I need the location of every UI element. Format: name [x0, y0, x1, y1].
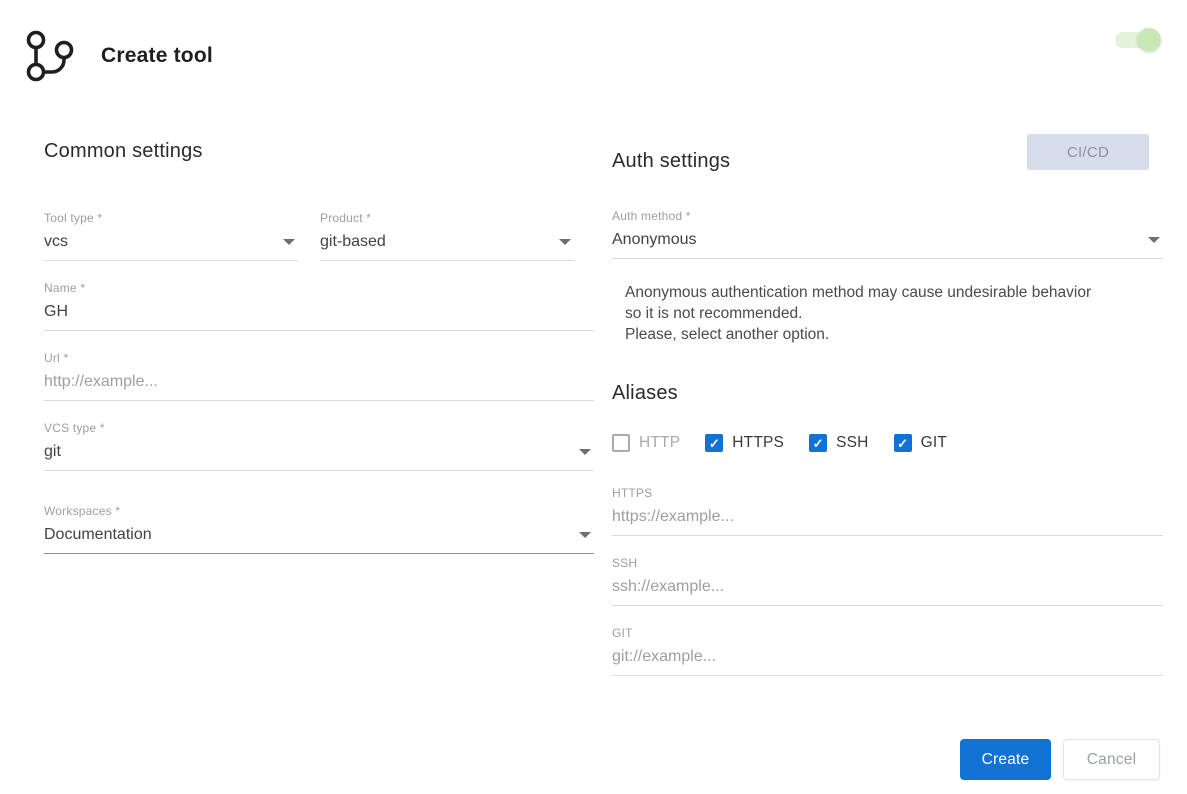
- workspaces-label: Workspaces *: [44, 504, 121, 518]
- alias-checkbox-ssh[interactable]: ✓ SSH: [809, 434, 868, 452]
- toggle-knob-icon: [1137, 28, 1161, 52]
- alias-checkbox-git[interactable]: ✓ GIT: [893, 434, 948, 452]
- alias-checkbox-http[interactable]: HTTP: [612, 434, 680, 452]
- git-label: GIT: [612, 626, 633, 640]
- checkbox-unchecked-icon: [612, 434, 630, 452]
- name-field: Name *: [44, 281, 594, 331]
- tool-type-value: vcs: [44, 233, 68, 250]
- vcs-type-select[interactable]: VCS type * git: [44, 421, 594, 471]
- cancel-button[interactable]: Cancel: [1063, 739, 1160, 780]
- https-input[interactable]: [612, 507, 1163, 526]
- product-select[interactable]: Product * git-based: [320, 211, 574, 261]
- name-label: Name *: [44, 281, 86, 295]
- ssh-label: SSH: [612, 556, 638, 570]
- workspaces-select[interactable]: Workspaces * Documentation: [44, 504, 594, 554]
- url-field: Url *: [44, 351, 594, 401]
- create-tool-dialog: Create tool Common settings Tool type * …: [0, 0, 1187, 794]
- vcs-type-label: VCS type *: [44, 421, 105, 435]
- chevron-down-icon: [283, 239, 295, 245]
- tool-type-label: Tool type *: [44, 211, 103, 225]
- dialog-header: Create tool: [25, 28, 1163, 84]
- chevron-down-icon: [579, 449, 591, 455]
- auth-settings-heading: Auth settings: [612, 150, 731, 172]
- name-input[interactable]: [44, 302, 594, 321]
- chevron-down-icon: [559, 239, 571, 245]
- create-button[interactable]: Create: [960, 739, 1051, 780]
- enable-toggle[interactable]: [1115, 28, 1161, 52]
- https-field: HTTPS: [612, 486, 1163, 536]
- git-input[interactable]: [612, 647, 1163, 666]
- ssh-field: SSH: [612, 556, 1163, 606]
- auth-method-label: Auth method *: [612, 209, 691, 223]
- common-settings-heading: Common settings: [44, 140, 203, 162]
- alias-checkbox-label: GIT: [920, 434, 948, 451]
- auth-method-value: Anonymous: [612, 231, 697, 248]
- url-label: Url *: [44, 351, 69, 365]
- checkbox-checked-icon: ✓: [809, 434, 828, 452]
- alias-checkbox-label: SSH: [836, 434, 869, 451]
- git-branch-icon: [26, 30, 74, 82]
- auth-method-select[interactable]: Auth method * Anonymous: [612, 209, 1163, 259]
- https-label: HTTPS: [612, 486, 653, 500]
- cicd-button[interactable]: CI/CD: [1027, 134, 1149, 170]
- tool-type-select[interactable]: Tool type * vcs: [44, 211, 298, 261]
- alias-checkbox-label: HTTPS: [732, 434, 785, 451]
- git-field: GIT: [612, 626, 1163, 676]
- chevron-down-icon: [1148, 237, 1160, 243]
- checkbox-checked-icon: ✓: [893, 434, 912, 452]
- vcs-type-value: git: [44, 443, 61, 460]
- product-value: git-based: [320, 233, 386, 250]
- alias-checkbox-https[interactable]: ✓ HTTPS: [705, 434, 784, 452]
- checkbox-checked-icon: ✓: [705, 434, 724, 452]
- dialog-footer: Create Cancel: [960, 739, 1160, 780]
- aliases-heading: Aliases: [612, 382, 678, 404]
- page-title: Create tool: [101, 44, 213, 67]
- alias-checkbox-label: HTTP: [639, 434, 681, 451]
- workspaces-value: Documentation: [44, 526, 152, 543]
- product-label: Product *: [320, 211, 372, 225]
- url-input[interactable]: [44, 372, 594, 391]
- auth-warning-text: Anonymous authentication method may caus…: [625, 284, 1092, 343]
- ssh-input[interactable]: [612, 577, 1163, 596]
- chevron-down-icon: [579, 532, 591, 538]
- auth-settings-section: Auth settings CI/CD Auth method * Anonym…: [612, 134, 1163, 676]
- common-settings-section: Common settings Tool type * vcs Product …: [44, 140, 594, 676]
- alias-checkbox-row: HTTP ✓ HTTPS ✓ SSH ✓ GIT: [612, 434, 1163, 452]
